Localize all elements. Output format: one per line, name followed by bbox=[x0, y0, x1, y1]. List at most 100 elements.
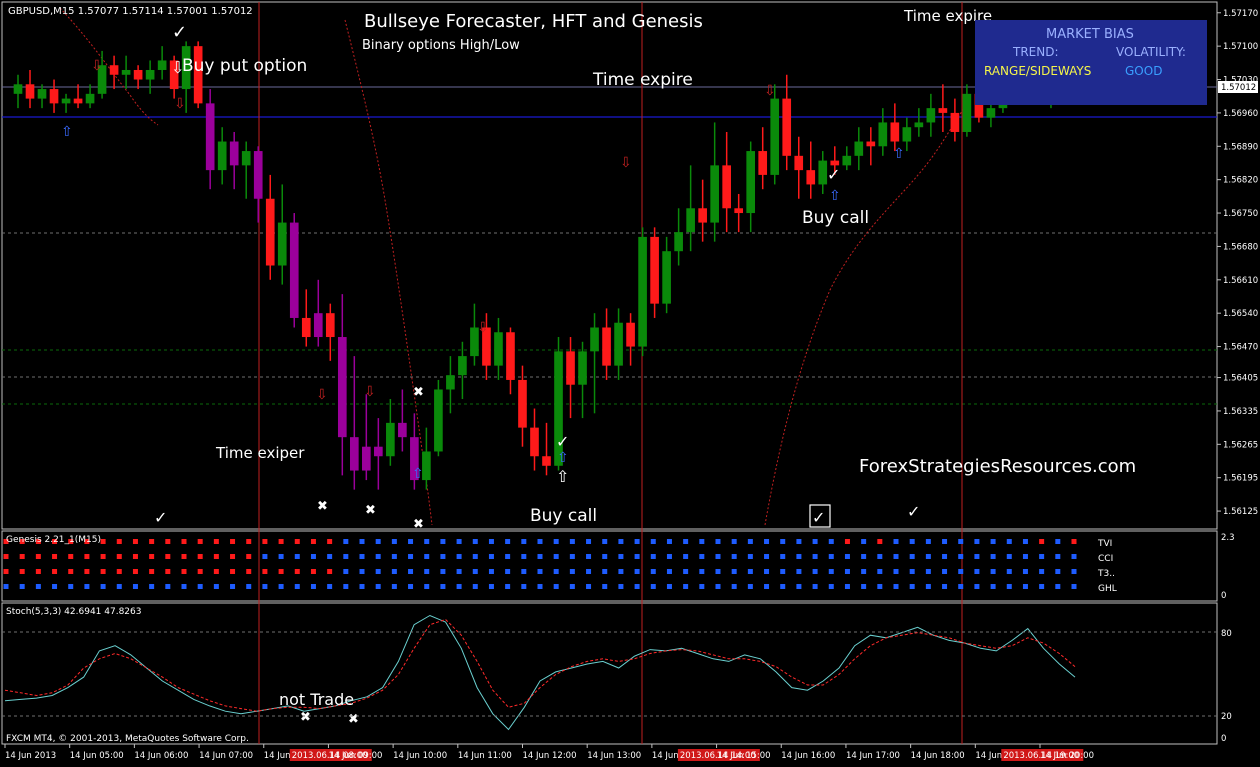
genesis-dot bbox=[294, 569, 300, 574]
genesis-dot bbox=[683, 569, 689, 574]
time-tick-label: 14 Jun 16:00 bbox=[781, 751, 835, 761]
genesis-dot bbox=[197, 584, 203, 589]
genesis-dot bbox=[893, 539, 899, 544]
buy-call-label: Buy call bbox=[530, 506, 597, 526]
genesis-dot bbox=[246, 539, 252, 544]
genesis-dot bbox=[116, 584, 122, 589]
genesis-dot bbox=[618, 554, 624, 559]
genesis-dot bbox=[149, 554, 155, 559]
genesis-dot bbox=[505, 554, 511, 559]
time-tick-label: 14 Jun 12:00 bbox=[523, 751, 577, 761]
genesis-dot bbox=[440, 569, 446, 574]
price-tick-label: 1.56125 bbox=[1223, 507, 1258, 517]
up-arrow-marker: ⇧ bbox=[412, 466, 424, 482]
genesis-dot bbox=[472, 539, 478, 544]
candle-body bbox=[229, 141, 239, 166]
genesis-dot bbox=[909, 539, 915, 544]
candle-body bbox=[73, 98, 83, 104]
genesis-dot bbox=[408, 584, 414, 589]
genesis-dot bbox=[327, 569, 333, 574]
genesis-dot bbox=[925, 569, 931, 574]
genesis-dot bbox=[35, 554, 41, 559]
trading-chart-svg[interactable]: ⇧ ⇩ ⇩ ⇩ ⇩ ⇧ ⇩ ⇧ ⇩ ⇩ ⇧ ⇧ ⇧ ⇩ ✓ ✓ ✓ ✓ ✓ ✓ … bbox=[0, 0, 1260, 763]
genesis-dot bbox=[310, 554, 316, 559]
down-arrow-marker: ⇩ bbox=[620, 155, 632, 171]
price-tick-label: 1.56680 bbox=[1223, 242, 1258, 252]
candle-body bbox=[710, 165, 719, 223]
down-arrow-marker: ⇩ bbox=[174, 96, 186, 112]
genesis-dot bbox=[408, 569, 414, 574]
genesis-dot bbox=[100, 584, 106, 589]
chart-window: ⇧ ⇩ ⇩ ⇩ ⇩ ⇧ ⇩ ⇧ ⇩ ⇩ ⇧ ⇧ ⇧ ⇩ ✓ ✓ ✓ ✓ ✓ ✓ … bbox=[0, 0, 1260, 763]
genesis-dot bbox=[780, 539, 786, 544]
genesis-dot bbox=[715, 539, 721, 544]
genesis-dot bbox=[650, 554, 656, 559]
genesis-dot bbox=[569, 539, 575, 544]
genesis-dot bbox=[262, 569, 268, 574]
genesis-dot bbox=[764, 569, 770, 574]
candle-body bbox=[842, 155, 852, 166]
genesis-dot bbox=[230, 539, 236, 544]
candle-body bbox=[265, 198, 275, 266]
candle-body bbox=[205, 103, 215, 171]
genesis-dot bbox=[35, 584, 41, 589]
candle-body bbox=[782, 98, 792, 156]
genesis-dot bbox=[359, 584, 365, 589]
genesis-dot bbox=[52, 569, 58, 574]
candle-body bbox=[398, 422, 407, 438]
genesis-dot bbox=[294, 584, 300, 589]
genesis-dot bbox=[391, 569, 397, 574]
genesis-dot bbox=[1071, 554, 1077, 559]
genesis-dot bbox=[132, 569, 138, 574]
candle-body bbox=[746, 151, 756, 214]
genesis-dot bbox=[942, 554, 948, 559]
genesis-title: Genesis 2.21_1(M15) bbox=[6, 535, 101, 545]
genesis-dot bbox=[181, 554, 187, 559]
genesis-dot bbox=[1055, 584, 1061, 589]
genesis-dot bbox=[359, 569, 365, 574]
genesis-dot bbox=[618, 584, 624, 589]
check-icon: ✓ bbox=[812, 508, 825, 527]
genesis-dot bbox=[925, 539, 931, 544]
genesis-dot bbox=[327, 554, 333, 559]
genesis-dot bbox=[456, 584, 462, 589]
genesis-dot bbox=[796, 569, 802, 574]
genesis-dot bbox=[1039, 569, 1045, 574]
candle-body bbox=[578, 351, 587, 385]
candle-body bbox=[806, 170, 816, 185]
genesis-dot bbox=[650, 569, 656, 574]
genesis-dot bbox=[812, 584, 818, 589]
genesis-dot bbox=[553, 584, 559, 589]
candle-body bbox=[938, 108, 948, 113]
candle-body bbox=[337, 337, 347, 438]
genesis-dot bbox=[116, 554, 122, 559]
genesis-dot bbox=[1071, 569, 1077, 574]
candle-body bbox=[362, 446, 371, 471]
genesis-dot bbox=[521, 569, 527, 574]
genesis-dot bbox=[877, 584, 883, 589]
genesis-dot bbox=[942, 539, 948, 544]
genesis-dot bbox=[327, 584, 333, 589]
time-tick-label: 14 Jun 09:00 bbox=[328, 751, 382, 761]
genesis-dot bbox=[990, 584, 996, 589]
genesis-dot bbox=[213, 554, 219, 559]
genesis-dot bbox=[796, 539, 802, 544]
price-tick-label: 1.56610 bbox=[1223, 276, 1258, 286]
genesis-dot bbox=[861, 539, 867, 544]
genesis-dot bbox=[391, 554, 397, 559]
candle-body bbox=[698, 208, 707, 223]
genesis-dot bbox=[424, 584, 430, 589]
genesis-dot bbox=[602, 539, 608, 544]
candle-body bbox=[566, 351, 575, 385]
candle-body bbox=[241, 151, 251, 166]
genesis-dot bbox=[569, 554, 575, 559]
candle-body bbox=[542, 456, 551, 466]
candle-body bbox=[518, 379, 527, 428]
genesis-dot bbox=[197, 539, 203, 544]
genesis-dot bbox=[165, 554, 171, 559]
trend-value: RANGE/SIDEWAYS bbox=[984, 64, 1091, 78]
genesis-dot bbox=[424, 569, 430, 574]
genesis-dot bbox=[52, 554, 58, 559]
genesis-dot bbox=[683, 584, 689, 589]
genesis-dot bbox=[408, 554, 414, 559]
